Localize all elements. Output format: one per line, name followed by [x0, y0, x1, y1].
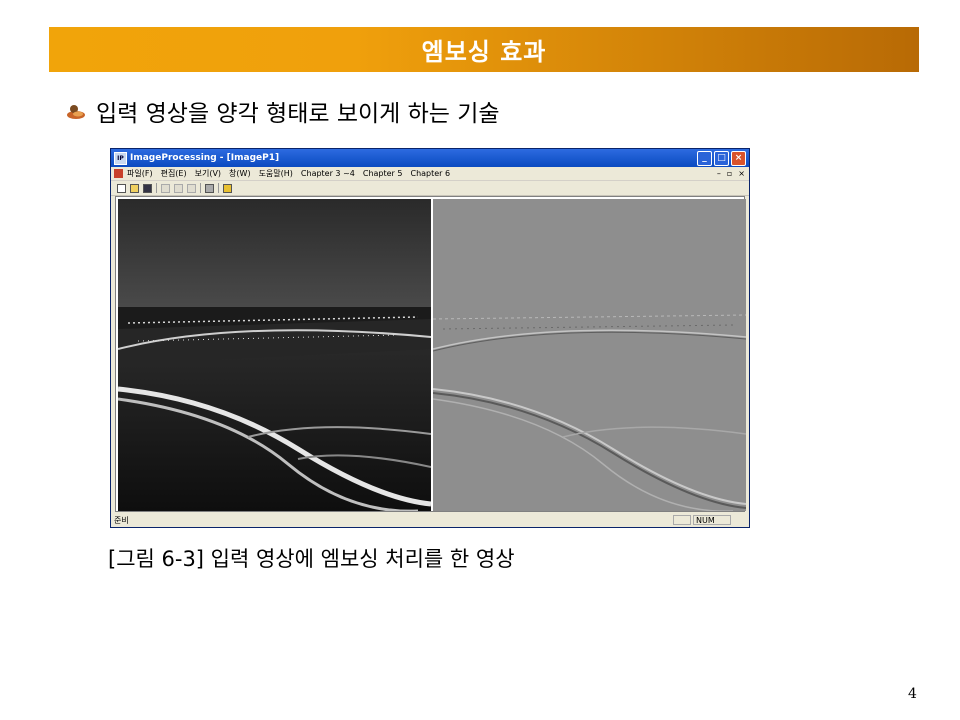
toolbar-separator	[200, 183, 201, 193]
menu-window: 창(W)	[229, 169, 251, 178]
menubar: 파일(F) 편집(E) 보기(V) 창(W) 도움말(H) Chapter 3 …	[111, 167, 749, 181]
bullet-text: 입력 영상을 양각 형태로 보이게 하는 기술	[96, 101, 500, 127]
close-icon: ×	[731, 150, 746, 166]
menu-chapter-5: Chapter 5	[362, 169, 403, 178]
embossed-image	[433, 199, 746, 511]
menu-view: 보기(V)	[194, 169, 222, 178]
menu-file: 파일(F)	[127, 169, 153, 178]
save-icon	[143, 183, 152, 193]
copy-icon	[174, 183, 183, 193]
input-image	[118, 199, 431, 511]
menu-edit: 편집(E)	[160, 169, 187, 178]
app-window-screenshot: IP ImageProcessing - [ImageP1] _ □ × 파일(…	[110, 148, 750, 528]
status-text: 준비	[114, 516, 129, 525]
toolbar	[111, 181, 749, 196]
menu-chapter-6: Chapter 6	[410, 169, 451, 178]
app-icon: IP	[114, 151, 127, 165]
window-titlebar: IP ImageProcessing - [ImageP1] _ □ ×	[111, 149, 749, 167]
cut-icon	[161, 183, 170, 193]
help-icon	[223, 183, 232, 193]
slide-title: 엠보싱 효과	[421, 38, 547, 66]
menu-chapter-3-4: Chapter 3 ~4	[300, 169, 355, 178]
maximize-icon: □	[714, 150, 729, 166]
minimize-icon: _	[697, 150, 712, 166]
toolbar-separator	[156, 183, 157, 193]
figure-caption: [그림 6-3] 입력 영상에 엠보싱 처리를 한 영상	[108, 547, 515, 571]
print-icon	[205, 183, 214, 193]
paste-icon	[187, 183, 196, 193]
document-icon	[114, 169, 123, 178]
bullet-point: 입력 영상을 양각 형태로 보이게 하는 기술	[66, 94, 500, 128]
menu-help: 도움말(H)	[258, 169, 293, 178]
new-icon	[117, 183, 126, 193]
window-title: ImageProcessing - [ImageP1]	[130, 153, 280, 163]
status-pane	[673, 515, 691, 525]
page-number: 4	[908, 686, 917, 702]
mdi-controls: – ▫ ×	[717, 169, 749, 178]
num-lock-indicator: NUM	[693, 515, 731, 525]
image-client-area	[115, 196, 746, 512]
mdi-minimize-icon: –	[716, 169, 721, 178]
mdi-close-icon: ×	[738, 169, 745, 178]
status-bar: 준비 NUM	[111, 514, 749, 527]
bullet-icon	[67, 105, 85, 119]
toolbar-separator	[218, 183, 219, 193]
slide-title-bar: 엠보싱 효과	[49, 27, 919, 72]
mdi-restore-icon: ▫	[726, 169, 733, 178]
open-icon	[130, 183, 139, 193]
